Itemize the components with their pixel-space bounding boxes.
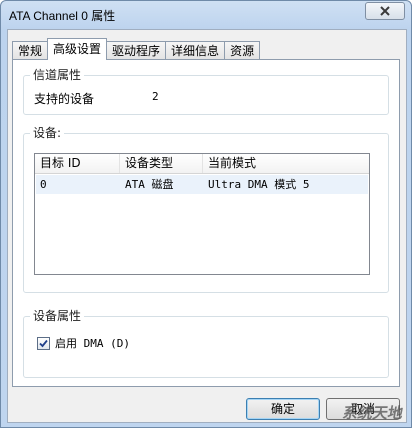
column-target-id[interactable]: 目标 ID xyxy=(35,154,120,173)
cell-target-id: 0 xyxy=(40,178,47,191)
channel-properties-group: 信道属性 支持的设备 2 xyxy=(23,68,389,115)
tab-resources[interactable]: 资源 xyxy=(224,41,261,60)
device-properties-group: 设备属性 启用 DMA (D) xyxy=(23,309,389,378)
close-icon xyxy=(380,6,390,16)
supported-devices-value: 2 xyxy=(152,90,159,103)
close-button[interactable] xyxy=(365,2,405,20)
column-device-type[interactable]: 设备类型 xyxy=(120,154,203,173)
checkmark-icon xyxy=(39,339,48,348)
cell-current-mode: Ultra DMA 模式 5 xyxy=(208,178,310,191)
tab-driver[interactable]: 驱动程序 xyxy=(106,41,167,60)
device-properties-title: 设备属性 xyxy=(30,309,85,323)
ok-button[interactable]: 确定 xyxy=(246,398,320,420)
cancel-button[interactable]: 取消 xyxy=(326,398,400,420)
tab-general[interactable]: 常规 xyxy=(12,41,49,60)
tab-details[interactable]: 详细信息 xyxy=(165,41,226,60)
enable-dma-label[interactable]: 启用 DMA (D) xyxy=(55,336,130,351)
title-bar[interactable]: ATA Channel 0 属性 xyxy=(1,1,411,29)
cell-device-type: ATA 磁盘 xyxy=(125,178,174,191)
devices-list[interactable]: 目标 ID 设备类型 当前模式 0 ATA 磁盘 Ultra DMA 模式 5 xyxy=(34,153,370,275)
devices-title: 设备: xyxy=(30,126,65,140)
dialog-client: 常规 高级设置 驱动程序 详细信息 资源 信道属性 支持的设备 2 设备: 目标… xyxy=(7,29,407,423)
tab-advanced[interactable]: 高级设置 xyxy=(47,38,108,60)
tab-strip: 常规 高级设置 驱动程序 详细信息 资源 xyxy=(12,38,261,60)
devices-list-header: 目标 ID 设备类型 当前模式 xyxy=(35,154,369,174)
column-current-mode[interactable]: 当前模式 xyxy=(203,154,369,173)
supported-devices-label: 支持的设备 xyxy=(34,92,95,106)
channel-properties-title: 信道属性 xyxy=(30,68,85,82)
enable-dma-checkbox[interactable] xyxy=(37,337,50,350)
tab-panel-advanced: 信道属性 支持的设备 2 设备: 目标 ID 设备类型 当前模式 0 ATA 磁… xyxy=(12,59,400,387)
properties-dialog: ATA Channel 0 属性 常规 高级设置 驱动程序 详细信息 资源 信道… xyxy=(0,0,412,428)
devices-group: 设备: 目标 ID 设备类型 当前模式 0 ATA 磁盘 Ultra DMA 模… xyxy=(23,126,389,293)
window-title: ATA Channel 0 属性 xyxy=(9,9,116,23)
